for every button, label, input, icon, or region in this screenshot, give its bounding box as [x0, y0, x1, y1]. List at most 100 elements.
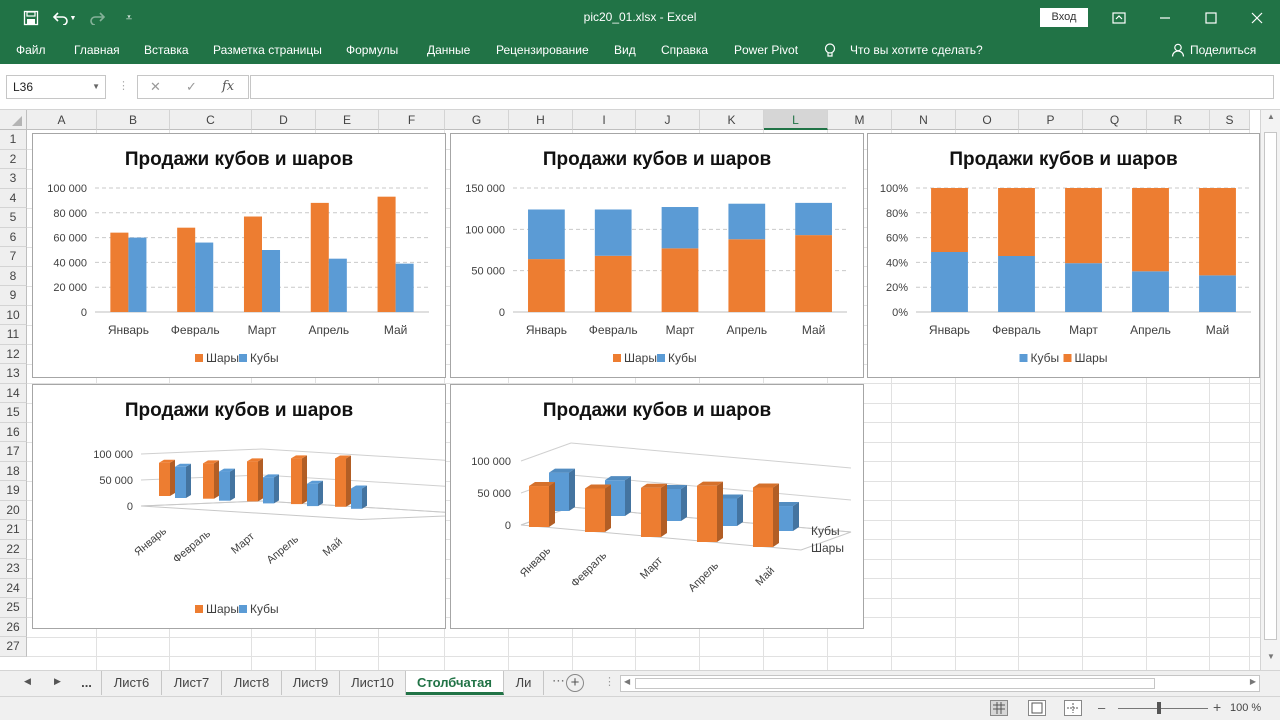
column-header-k[interactable]: K	[700, 110, 764, 130]
lightbulb-icon[interactable]	[824, 43, 836, 61]
more-sheets-left[interactable]: ...	[72, 671, 102, 695]
zoom-out-button[interactable]: –	[1098, 700, 1105, 715]
cancel-entry-icon[interactable]: ✕	[150, 79, 161, 95]
tab-data[interactable]: Данные	[427, 43, 470, 57]
chart-clustered-column[interactable]: Продажи кубов и шаров 0 20 000 40 000 60 000…	[32, 133, 446, 378]
row-header-4[interactable]: 4	[0, 188, 27, 208]
share-icon[interactable]	[1171, 43, 1185, 60]
chart-3d-clustered-column[interactable]: Продажи кубов и шаров 0 50 000 100 000 Январ…	[32, 384, 446, 629]
row-header-22[interactable]: 22	[0, 539, 27, 559]
tell-me-search[interactable]: Что вы хотите сделать?	[850, 43, 983, 57]
tab-file[interactable]: Файл	[16, 43, 46, 57]
split-grip-icon[interactable]: ⋮	[604, 675, 615, 688]
row-header-21[interactable]: 21	[0, 520, 27, 540]
row-header-27[interactable]: 27	[0, 637, 27, 657]
column-header-e[interactable]: E	[316, 110, 379, 130]
tab-home[interactable]: Главная	[74, 43, 120, 57]
tab-view[interactable]: Вид	[614, 43, 636, 57]
tab-review[interactable]: Рецензирование	[496, 43, 589, 57]
sheet-tab-partial[interactable]: Ли	[504, 671, 544, 695]
row-header-20[interactable]: 20	[0, 500, 27, 520]
select-all-corner[interactable]	[0, 110, 27, 130]
more-sheets-right-icon[interactable]: ⋯	[552, 673, 565, 689]
row-header-13[interactable]: 13	[0, 364, 27, 384]
scroll-right-icon[interactable]: ▶	[1250, 677, 1256, 686]
sheet-tab-list7[interactable]: Лист7	[162, 671, 222, 695]
chart-3d-column[interactable]: Продажи кубов и шаров 0 50 000 100 000 Январ…	[450, 384, 864, 629]
column-header-q[interactable]: Q	[1083, 110, 1147, 130]
row-header-8[interactable]: 8	[0, 266, 27, 286]
tab-help[interactable]: Справка	[661, 43, 708, 57]
tab-formulas[interactable]: Формулы	[346, 43, 398, 57]
row-header-7[interactable]: 7	[0, 247, 27, 267]
horizontal-scroll-thumb[interactable]	[635, 678, 1155, 689]
column-header-m[interactable]: M	[828, 110, 892, 130]
tab-page-layout[interactable]: Разметка страницы	[213, 43, 322, 57]
ribbon-display-options-icon[interactable]	[1108, 8, 1130, 28]
sheet-tab-list6[interactable]: Лист6	[102, 671, 162, 695]
new-sheet-icon[interactable]: +	[566, 674, 584, 692]
column-header-a[interactable]: A	[27, 110, 97, 130]
close-icon[interactable]	[1246, 8, 1268, 28]
row-header-15[interactable]: 15	[0, 403, 27, 423]
row-header-24[interactable]: 24	[0, 578, 27, 598]
page-layout-view-icon[interactable]	[1028, 700, 1046, 716]
row-header-10[interactable]: 10	[0, 305, 27, 325]
column-header-f[interactable]: F	[379, 110, 445, 130]
row-header-14[interactable]: 14	[0, 383, 27, 403]
column-header-s[interactable]: S	[1210, 110, 1250, 130]
row-header-11[interactable]: 11	[0, 325, 27, 345]
sheet-tab-list9[interactable]: Лист9	[282, 671, 340, 695]
next-sheet-icon[interactable]: ▶	[54, 676, 61, 687]
insert-function-icon[interactable]: fx	[222, 79, 234, 94]
column-header-o[interactable]: O	[956, 110, 1019, 130]
tab-power-pivot[interactable]: Power Pivot	[734, 43, 798, 57]
chart-100-stacked-column[interactable]: Продажи кубов и шаров 0% 20% 40% 60% 80% 100% Я…	[867, 133, 1260, 378]
row-header-3[interactable]: 3	[0, 169, 27, 189]
row-header-9[interactable]: 9	[0, 286, 27, 306]
sheet-tab-list10[interactable]: Лист10	[340, 671, 406, 695]
column-header-n[interactable]: N	[892, 110, 956, 130]
row-header-18[interactable]: 18	[0, 461, 27, 481]
row-header-6[interactable]: 6	[0, 227, 27, 247]
row-header-1[interactable]: 1	[0, 130, 27, 150]
tab-insert[interactable]: Вставка	[144, 43, 189, 57]
chart-stacked-column[interactable]: Продажи кубов и шаров 0 50 000 100 000 150 0…	[450, 133, 864, 378]
normal-view-icon[interactable]	[990, 700, 1008, 716]
formula-bar-grip-icon[interactable]: ⋮	[118, 79, 129, 92]
previous-sheet-icon[interactable]: ◀	[24, 676, 31, 687]
signin-button[interactable]: Вход	[1040, 8, 1088, 27]
vertical-scroll-thumb[interactable]	[1264, 132, 1277, 640]
column-header-g[interactable]: G	[445, 110, 509, 130]
chevron-down-icon[interactable]: ▼	[92, 76, 100, 98]
scroll-down-icon[interactable]: ▼	[1261, 652, 1280, 668]
zoom-slider-track[interactable]	[1118, 708, 1208, 709]
zoom-slider-thumb[interactable]	[1157, 702, 1161, 714]
scroll-up-icon[interactable]: ▲	[1261, 112, 1280, 128]
sheet-tab-active[interactable]: Столбчатая	[406, 671, 504, 695]
row-header-25[interactable]: 25	[0, 598, 27, 618]
zoom-level[interactable]: 100 %	[1230, 702, 1261, 714]
formula-input[interactable]	[250, 75, 1274, 99]
column-header-l[interactable]: L	[764, 110, 828, 130]
row-header-5[interactable]: 5	[0, 208, 27, 228]
minimize-icon[interactable]	[1154, 8, 1176, 28]
column-header-i[interactable]: I	[573, 110, 636, 130]
name-box[interactable]: L36 ▼	[6, 75, 106, 99]
column-header-p[interactable]: P	[1019, 110, 1083, 130]
row-header-12[interactable]: 12	[0, 344, 27, 364]
column-header-d[interactable]: D	[252, 110, 316, 130]
row-header-2[interactable]: 2	[0, 149, 27, 169]
row-header-26[interactable]: 26	[0, 617, 27, 637]
scroll-left-icon[interactable]: ◀	[624, 677, 630, 686]
zoom-in-button[interactable]: +	[1213, 699, 1221, 715]
row-header-19[interactable]: 19	[0, 481, 27, 501]
column-header-c[interactable]: C	[170, 110, 252, 130]
column-header-j[interactable]: J	[636, 110, 700, 130]
sheet-tab-list8[interactable]: Лист8	[222, 671, 282, 695]
horizontal-scrollbar[interactable]: ◀ ▶	[620, 675, 1260, 692]
row-header-17[interactable]: 17	[0, 442, 27, 462]
enter-entry-icon[interactable]: ✓	[186, 79, 197, 95]
share-button[interactable]: Поделиться	[1190, 43, 1256, 57]
row-header-16[interactable]: 16	[0, 422, 27, 442]
